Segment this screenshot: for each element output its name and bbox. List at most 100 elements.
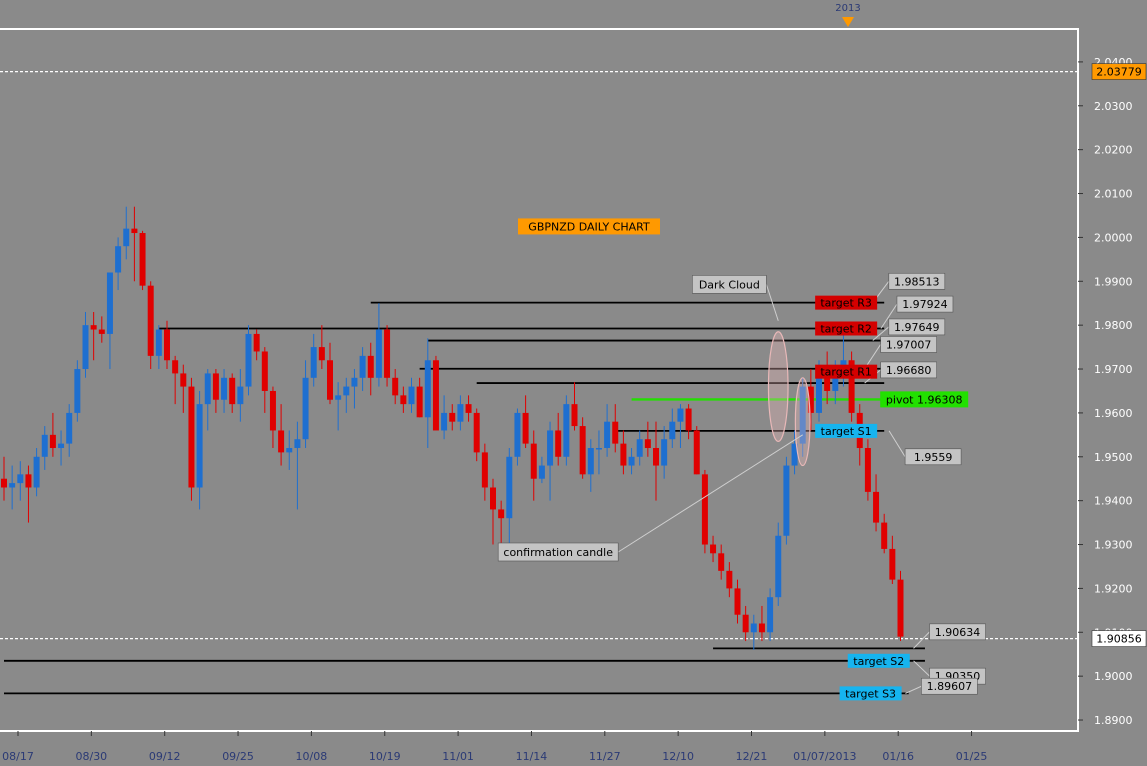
candle-body	[49, 434, 56, 449]
candle-body	[212, 373, 219, 400]
y-tick-label: 2.0300	[1094, 100, 1133, 113]
candle-body	[261, 351, 268, 391]
candle-body	[188, 386, 195, 488]
y-tick-label: 1.9300	[1094, 539, 1133, 552]
candle-body	[115, 246, 122, 273]
y-tick-label: 1.9400	[1094, 495, 1133, 508]
candle-body	[335, 395, 342, 400]
candle-body	[245, 333, 252, 387]
candle-body	[710, 544, 717, 554]
candle-body	[767, 597, 774, 633]
candle-body	[783, 465, 790, 536]
candle-body	[864, 448, 871, 492]
target-tag-text: target R1	[820, 366, 872, 379]
callout-text: 1.89607	[927, 680, 973, 693]
gbpnzd-daily-chart: 2.04002.03002.02002.01002.00001.99001.98…	[0, 0, 1147, 766]
x-tick-label: 01/07/2013	[793, 750, 856, 763]
candle-body	[221, 377, 228, 400]
candle-body	[408, 386, 415, 405]
candle-body	[106, 272, 113, 334]
candle-body	[269, 390, 276, 431]
candle-body	[514, 412, 521, 457]
x-tick-label: 08/30	[75, 750, 107, 763]
candle-body	[17, 474, 24, 484]
target-tag-text: target R2	[820, 322, 872, 335]
candle-body	[506, 456, 513, 519]
x-tick-label: 10/19	[369, 750, 401, 763]
candle-body	[278, 430, 285, 453]
x-tick-label: 09/25	[222, 750, 254, 763]
y-tick-label: 1.8900	[1094, 714, 1133, 727]
y-tick-label: 1.9500	[1094, 451, 1133, 464]
candle-body	[253, 333, 260, 352]
candle-body	[481, 452, 488, 488]
candle-body	[579, 426, 586, 475]
candle-body	[432, 360, 439, 431]
target-tag-text: target R3	[820, 297, 872, 310]
price-tag-text: 2.03779	[1096, 66, 1142, 79]
candle-body	[718, 553, 725, 571]
callout-text: 1.97649	[894, 321, 940, 334]
candle-body	[82, 325, 89, 370]
candle-body	[881, 522, 888, 549]
candle-body	[392, 377, 399, 396]
candle-body	[873, 491, 880, 523]
candle-body	[595, 448, 602, 450]
pivot-tag-text: pivot 1.96308	[886, 393, 963, 406]
candle-body	[237, 386, 244, 405]
candle-body	[677, 408, 684, 422]
candle-body	[457, 404, 464, 422]
candle-body	[473, 412, 480, 453]
candle-body	[701, 474, 708, 545]
candle-body	[33, 456, 40, 488]
candle-body	[164, 329, 170, 361]
candle-body	[498, 509, 505, 519]
y-tick-label: 1.9000	[1094, 670, 1133, 683]
target-tag-text: target S1	[821, 425, 872, 438]
candle-body	[620, 443, 627, 466]
candle-body	[604, 421, 611, 449]
candle-body	[286, 448, 293, 453]
y-tick-label: 1.9200	[1094, 582, 1133, 595]
candle-body	[693, 430, 700, 475]
candle-body	[58, 443, 65, 449]
pattern-ellipse	[794, 377, 811, 467]
candle-body	[9, 483, 16, 488]
candle-body	[424, 360, 431, 418]
candle-body	[669, 421, 676, 440]
y-tick-label: 1.9700	[1094, 363, 1133, 376]
chart-title: GBPNZD DAILY CHART	[528, 220, 650, 233]
candle-body	[172, 360, 179, 374]
candle-body	[204, 373, 211, 405]
candle-body	[416, 386, 423, 418]
candle-body	[384, 329, 391, 378]
candle-body	[155, 329, 162, 356]
annotation-text: Dark Cloud	[699, 278, 760, 291]
x-tick-label: 12/21	[736, 750, 768, 763]
candle-body	[775, 535, 782, 598]
candle-body	[310, 347, 317, 378]
x-tick-label: 01/25	[956, 750, 988, 763]
candle-body	[530, 443, 537, 479]
candle-body	[547, 430, 554, 466]
candle-body	[367, 355, 374, 378]
candle-body	[196, 404, 203, 488]
candle-body	[327, 360, 333, 400]
candle-body	[375, 329, 382, 378]
x-tick-label: 12/10	[662, 750, 694, 763]
candle-body	[750, 623, 757, 633]
candle-body	[90, 325, 97, 330]
candle-body	[571, 404, 578, 427]
x-tick-label: 08/17	[2, 750, 34, 763]
candle-body	[758, 623, 765, 633]
candle-body	[351, 377, 358, 387]
pattern-ellipse	[767, 331, 789, 443]
x-tick-label: 11/01	[442, 750, 474, 763]
candle-body	[897, 579, 904, 637]
candle-body	[653, 448, 659, 466]
candle-body	[612, 421, 619, 444]
callout-text: 1.90634	[935, 626, 981, 639]
candle-body	[74, 369, 81, 413]
x-tick-label: 11/27	[589, 750, 621, 763]
candle-body	[1, 478, 7, 488]
